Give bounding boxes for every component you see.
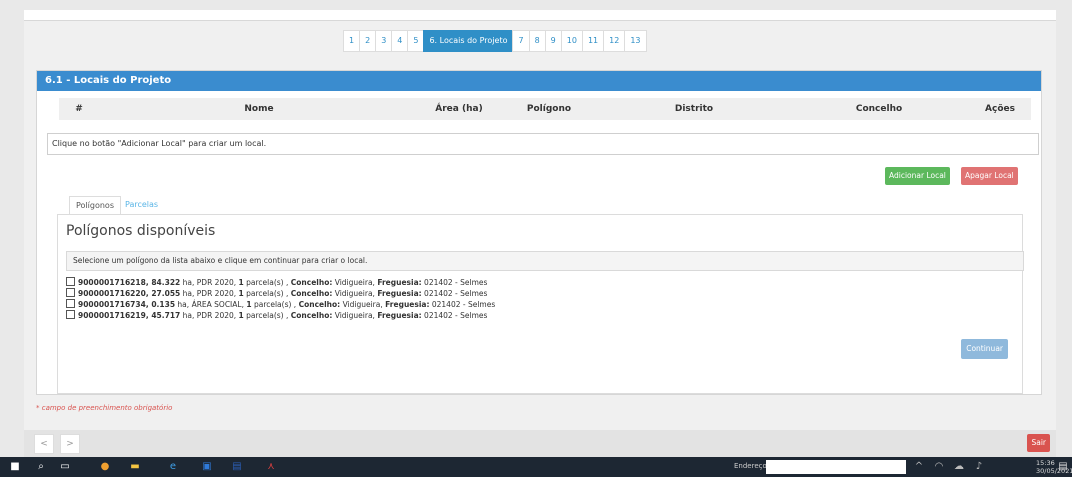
polygon-concelho: Vidigueira xyxy=(342,300,381,309)
polygon-concelho: Vidigueira xyxy=(334,289,373,298)
polygon-id: 9000001716218 xyxy=(78,278,146,287)
polygon-id: 9000001716734 xyxy=(78,300,146,309)
polygon-checkbox[interactable] xyxy=(66,310,75,319)
task-view-icon[interactable]: ▭ xyxy=(58,460,72,474)
polygon-area: 27.055 xyxy=(151,289,181,298)
acrobat-icon[interactable]: ⋏ xyxy=(264,460,278,474)
polygon-program: PDR 2020, xyxy=(196,289,237,298)
network-icon[interactable]: ◠ xyxy=(932,460,946,474)
list-item: 9000001716220, 27.055 ha, PDR 2020, 1 pa… xyxy=(66,288,495,299)
polygon-freguesia: 021402 - Selmes xyxy=(424,289,488,298)
required-field-note: * campo de preenchimento obrigatório xyxy=(36,404,173,412)
notifications-icon[interactable]: ▤ xyxy=(1056,460,1070,474)
page-1[interactable]: 1 xyxy=(343,30,361,52)
polygon-id: 9000001716219 xyxy=(78,311,146,320)
list-item: 9000001716734, 0.135 ha, ÁREA SOCIAL, 1 … xyxy=(66,299,495,310)
windows-taskbar: ■ ⌕ ▭ ● ▬ e ▣ ▤ ⋏ Endereço ^ ◠ ☁ ♪ 15:36… xyxy=(0,457,1072,477)
delete-location-button[interactable]: Apagar Local xyxy=(961,167,1018,185)
volume-icon[interactable]: ♪ xyxy=(972,460,986,474)
polygon-parcels: 1 xyxy=(238,311,244,320)
next-button[interactable]: > xyxy=(60,434,80,454)
page-3[interactable]: 3 xyxy=(375,30,393,52)
page-6-active[interactable]: 6. Locais do Projeto xyxy=(423,30,514,52)
col-area: Área (ha) xyxy=(435,104,483,114)
page-13[interactable]: 13 xyxy=(624,30,647,52)
tab-parcels[interactable]: Parcelas xyxy=(119,196,164,214)
polygon-freguesia: 021402 - Selmes xyxy=(424,278,488,287)
polygon-list: 9000001716218, 84.322 ha, PDR 2020, 1 pa… xyxy=(66,277,495,321)
page-11[interactable]: 11 xyxy=(581,30,605,52)
polygons-instruction: Selecione um polígono da lista abaixo e … xyxy=(66,251,1024,271)
empty-table-message: Clique no botão "Adicionar Local" para c… xyxy=(47,133,1039,155)
chevron-up-icon[interactable]: ^ xyxy=(912,460,926,474)
col-concelho: Concelho xyxy=(855,104,903,114)
page-8[interactable]: 8 xyxy=(528,30,546,52)
chrome-icon[interactable]: ● xyxy=(98,460,112,474)
page-2[interactable]: 2 xyxy=(359,30,377,52)
tab-polygons[interactable]: Polígonos xyxy=(69,196,121,215)
list-item: 9000001716219, 45.717 ha, PDR 2020, 1 pa… xyxy=(66,310,495,321)
polygon-program: ÁREA SOCIAL, xyxy=(191,300,244,309)
top-strip xyxy=(24,10,1056,21)
bottom-nav: < > Sair xyxy=(24,430,1056,457)
section-title: 6.1 - Locais do Projeto xyxy=(37,71,1041,91)
polygon-area: 84.322 xyxy=(151,278,181,287)
polygon-program: PDR 2020, xyxy=(196,311,237,320)
page-12[interactable]: 12 xyxy=(603,30,626,52)
col-polygon: Polígono xyxy=(526,104,572,114)
word-icon[interactable]: ▤ xyxy=(230,460,244,474)
address-input[interactable] xyxy=(766,460,906,474)
add-location-button[interactable]: Adicionar Local xyxy=(885,167,950,185)
start-icon[interactable]: ■ xyxy=(8,460,22,474)
step-pagination: 1 2 3 4 5 6. Locais do Projeto 7 8 9 10 … xyxy=(343,30,647,52)
polygon-checkbox[interactable] xyxy=(66,277,75,286)
polygon-area: 0.135 xyxy=(151,300,176,309)
search-icon[interactable]: ⌕ xyxy=(34,460,48,474)
polygons-tab-content: Polígonos disponíveis Selecione um políg… xyxy=(57,214,1024,394)
exit-button[interactable]: Sair xyxy=(1027,434,1050,452)
locations-table-header: # Nome Área (ha) Polígono Distrito Conce… xyxy=(59,98,1031,120)
edge-icon[interactable]: e xyxy=(166,460,180,474)
locations-panel: 6.1 - Locais do Projeto # Nome Área (ha)… xyxy=(36,70,1042,395)
polygon-parcels: 1 xyxy=(238,278,244,287)
list-item: 9000001716218, 84.322 ha, PDR 2020, 1 pa… xyxy=(66,277,495,288)
page-5[interactable]: 5 xyxy=(407,30,425,52)
polygon-concelho: Vidigueira xyxy=(334,278,373,287)
polygon-area: 45.717 xyxy=(151,311,181,320)
col-actions: Ações xyxy=(985,104,1015,114)
polygon-id: 9000001716220 xyxy=(78,289,146,298)
polygon-parcels: 1 xyxy=(238,289,244,298)
polygon-parcels: 1 xyxy=(246,300,252,309)
outlook-icon[interactable]: ▣ xyxy=(200,460,214,474)
polygon-freguesia: 021402 - Selmes xyxy=(431,300,496,309)
col-name: Nome xyxy=(244,104,274,114)
col-district: Distrito xyxy=(674,104,714,114)
prev-button[interactable]: < xyxy=(34,434,54,454)
page-7[interactable]: 7 xyxy=(512,30,530,52)
polygon-program: PDR 2020, xyxy=(196,278,237,287)
address-label: Endereço xyxy=(734,462,767,470)
polygon-freguesia: 021402 - Selmes xyxy=(424,311,488,320)
col-number: # xyxy=(75,104,83,114)
page-4[interactable]: 4 xyxy=(391,30,409,52)
polygon-checkbox[interactable] xyxy=(66,299,75,308)
polygon-concelho: Vidigueira xyxy=(334,311,373,320)
page-9[interactable]: 9 xyxy=(544,30,562,52)
page: 1 2 3 4 5 6. Locais do Projeto 7 8 9 10 … xyxy=(24,10,1056,457)
polygon-checkbox[interactable] xyxy=(66,288,75,297)
file-explorer-icon[interactable]: ▬ xyxy=(128,460,142,474)
cloud-icon[interactable]: ☁ xyxy=(952,460,966,474)
polygons-title: Polígonos disponíveis xyxy=(66,223,216,239)
page-10[interactable]: 10 xyxy=(560,30,583,52)
continue-button[interactable]: Continuar xyxy=(961,339,1008,359)
